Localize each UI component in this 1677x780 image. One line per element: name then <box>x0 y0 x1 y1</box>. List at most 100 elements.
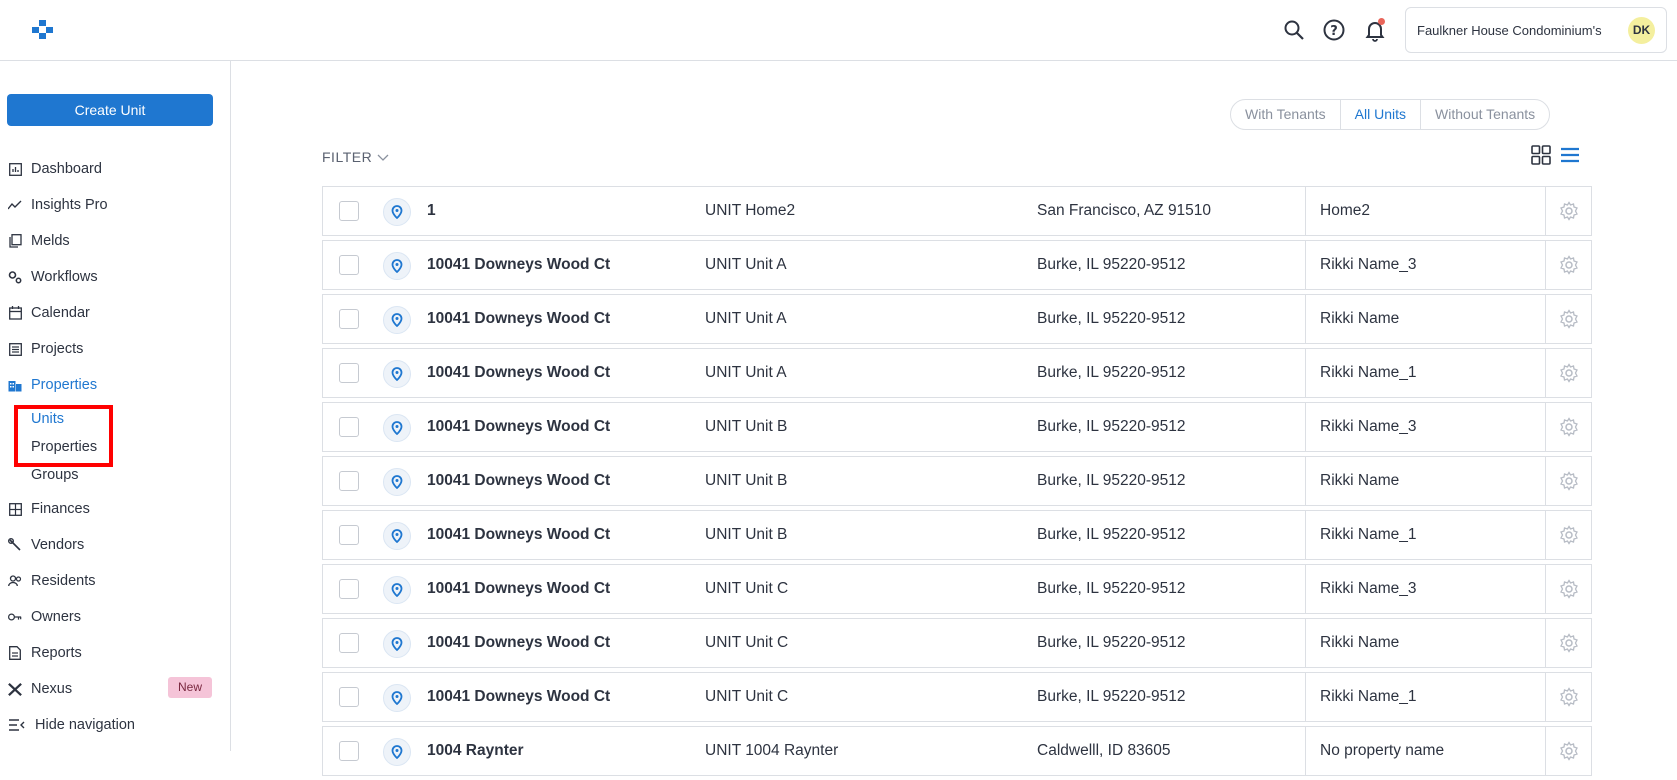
map-pin-icon[interactable] <box>383 306 411 334</box>
gear-icon[interactable] <box>1545 511 1592 559</box>
gear-icon[interactable] <box>1545 457 1592 505</box>
help-icon[interactable]: ? <box>1322 18 1346 42</box>
bell-icon[interactable] <box>1363 18 1387 42</box>
top-bar: ? Faulkner House Condominium's DK <box>0 0 1677 61</box>
sidebar-item-insights-pro[interactable]: Insights Pro <box>8 192 108 218</box>
search-icon[interactable] <box>1282 18 1306 42</box>
list-view-icon[interactable] <box>1560 145 1580 165</box>
gear-icon[interactable] <box>1545 241 1592 289</box>
tab-with-tenants[interactable]: With Tenants <box>1231 100 1341 129</box>
unit-city: Caldwelll, ID 83605 <box>1037 742 1171 759</box>
sidebar-item-melds[interactable]: Melds <box>8 228 70 254</box>
unit-address[interactable]: 10041 Downeys Wood Ct <box>427 418 610 436</box>
table-row[interactable]: 1 UNIT Home2 San Francisco, AZ 91510 Home2 <box>322 186 1592 236</box>
gear-icon[interactable] <box>1545 295 1592 343</box>
map-pin-icon[interactable] <box>383 252 411 280</box>
table-row[interactable]: 10041 Downeys Wood Ct UNIT Unit B Burke, I… <box>322 510 1592 560</box>
table-row[interactable]: 10041 Downeys Wood Ct UNIT Unit B Burke, I… <box>322 402 1592 452</box>
map-pin-icon[interactable] <box>383 414 411 442</box>
nexus-icon <box>8 682 22 696</box>
table-row[interactable]: 10041 Downeys Wood Ct UNIT Unit C Burke, I… <box>322 564 1592 614</box>
gear-icon[interactable] <box>1545 673 1592 721</box>
sidebar-sub-groups[interactable]: Groups <box>31 467 79 483</box>
row-checkbox[interactable] <box>339 741 359 761</box>
table-row[interactable]: 10041 Downeys Wood Ct UNIT Unit A Burke, I… <box>322 294 1592 344</box>
map-pin-icon[interactable] <box>383 576 411 604</box>
row-checkbox[interactable] <box>339 417 359 437</box>
map-pin-icon[interactable] <box>383 738 411 766</box>
workflows-icon <box>8 270 22 284</box>
grid-view-icon[interactable] <box>1531 145 1551 165</box>
hide-navigation-button[interactable]: Hide navigation <box>8 712 135 738</box>
sidebar-item-nexus[interactable]: Nexus <box>8 676 72 702</box>
table-row[interactable]: 10041 Downeys Wood Ct UNIT Unit A Burke, I… <box>322 240 1592 290</box>
unit-name: UNIT Unit B <box>705 526 788 543</box>
table-row[interactable]: 10041 Downeys Wood Ct UNIT Unit C Burke, I… <box>322 618 1592 668</box>
row-checkbox[interactable] <box>339 201 359 221</box>
map-pin-icon[interactable] <box>383 630 411 658</box>
row-checkbox[interactable] <box>339 579 359 599</box>
reports-icon <box>8 646 22 660</box>
sidebar-item-label: Melds <box>31 233 70 249</box>
map-pin-icon[interactable] <box>383 684 411 712</box>
sidebar-item-label: Hide navigation <box>35 717 135 733</box>
gear-icon[interactable] <box>1545 349 1592 397</box>
create-unit-button[interactable]: Create Unit <box>7 94 213 126</box>
sidebar-item-calendar[interactable]: Calendar <box>8 300 90 326</box>
app-logo-icon[interactable] <box>32 20 54 40</box>
sidebar-item-label: Workflows <box>31 269 98 285</box>
filter-dropdown[interactable]: FILTER <box>322 149 389 165</box>
sidebar-item-owners[interactable]: Owners <box>8 604 81 630</box>
map-pin-icon[interactable] <box>383 468 411 496</box>
sidebar-item-vendors[interactable]: Vendors <box>8 532 84 558</box>
row-checkbox[interactable] <box>339 525 359 545</box>
sidebar-item-reports[interactable]: Reports <box>8 640 82 666</box>
unit-address[interactable]: 1 <box>427 202 436 220</box>
sidebar-item-properties[interactable]: Properties <box>8 372 97 398</box>
table-row[interactable]: 10041 Downeys Wood Ct UNIT Unit C Burke, I… <box>322 672 1592 722</box>
highlight-annotation <box>14 405 113 467</box>
unit-name: UNIT 1004 Raynter <box>705 742 839 759</box>
row-checkbox[interactable] <box>339 255 359 275</box>
unit-name: UNIT Unit C <box>705 688 789 705</box>
map-pin-icon[interactable] <box>383 522 411 550</box>
map-pin-icon[interactable] <box>383 360 411 388</box>
map-pin-icon[interactable] <box>383 198 411 226</box>
sidebar-item-finances[interactable]: Finances <box>8 496 90 522</box>
org-switcher[interactable]: Faulkner House Condominium's DK <box>1405 7 1667 53</box>
unit-address[interactable]: 10041 Downeys Wood Ct <box>427 634 610 652</box>
row-checkbox[interactable] <box>339 309 359 329</box>
avatar[interactable]: DK <box>1628 17 1655 44</box>
unit-address[interactable]: 1004 Raynter <box>427 742 524 760</box>
table-row[interactable]: 1004 Raynter UNIT 1004 Raynter Caldwelll, … <box>322 726 1592 776</box>
sidebar-item-label: Projects <box>31 341 84 357</box>
tab-all-units[interactable]: All Units <box>1341 100 1422 129</box>
sidebar-item-residents[interactable]: Residents <box>8 568 95 594</box>
unit-city: Burke, IL 95220-9512 <box>1037 688 1186 705</box>
row-checkbox[interactable] <box>339 633 359 653</box>
gear-icon[interactable] <box>1545 565 1592 613</box>
tab-without-tenants[interactable]: Without Tenants <box>1421 100 1549 129</box>
sidebar-item-projects[interactable]: Projects <box>8 336 83 362</box>
row-checkbox[interactable] <box>339 471 359 491</box>
row-checkbox[interactable] <box>339 687 359 707</box>
unit-address[interactable]: 10041 Downeys Wood Ct <box>427 688 610 706</box>
unit-address[interactable]: 10041 Downeys Wood Ct <box>427 364 610 382</box>
property-name: Home2 <box>1305 187 1545 235</box>
row-checkbox[interactable] <box>339 363 359 383</box>
unit-address[interactable]: 10041 Downeys Wood Ct <box>427 472 610 490</box>
gear-icon[interactable] <box>1545 403 1592 451</box>
gear-icon[interactable] <box>1545 727 1592 775</box>
table-row[interactable]: 10041 Downeys Wood Ct UNIT Unit A Burke, I… <box>322 348 1592 398</box>
unit-address[interactable]: 10041 Downeys Wood Ct <box>427 580 610 598</box>
unit-address[interactable]: 10041 Downeys Wood Ct <box>427 526 610 544</box>
unit-address[interactable]: 10041 Downeys Wood Ct <box>427 256 610 274</box>
unit-name: UNIT Unit B <box>705 472 788 489</box>
sidebar-item-label: Owners <box>31 609 81 625</box>
table-row[interactable]: 10041 Downeys Wood Ct UNIT Unit B Burke, I… <box>322 456 1592 506</box>
unit-address[interactable]: 10041 Downeys Wood Ct <box>427 310 610 328</box>
gear-icon[interactable] <box>1545 187 1592 235</box>
sidebar-item-workflows[interactable]: Workflows <box>8 264 98 290</box>
sidebar-item-dashboard[interactable]: Dashboard <box>8 156 102 182</box>
gear-icon[interactable] <box>1545 619 1592 667</box>
